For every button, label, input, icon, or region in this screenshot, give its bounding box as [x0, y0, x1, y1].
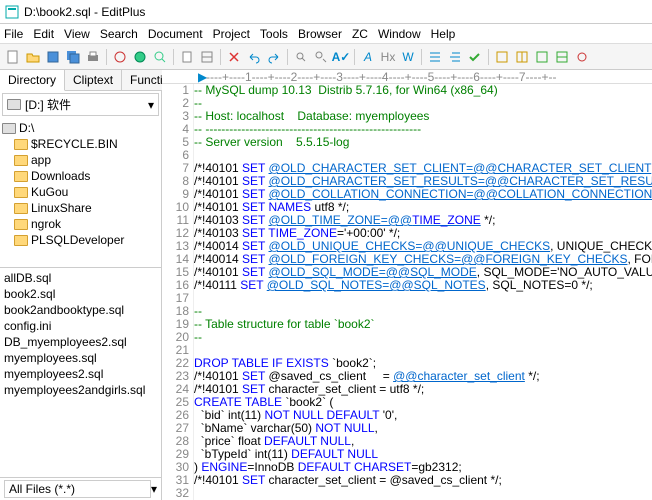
menu-window[interactable]: Window [378, 27, 421, 41]
file-item[interactable]: myemployees2.sql [4, 366, 157, 382]
separator [173, 49, 174, 65]
file-item[interactable]: book2andbooktype.sql [4, 302, 157, 318]
save-icon[interactable] [44, 48, 62, 66]
tab-cliptext[interactable]: Cliptext [65, 70, 122, 90]
separator [488, 49, 489, 65]
file-item[interactable]: book2.sql [4, 286, 157, 302]
code-lines[interactable]: -- MySQL dump 10.13 Distrib 5.7.16, for … [194, 84, 652, 500]
save-all-icon[interactable] [64, 48, 82, 66]
window1-icon[interactable] [493, 48, 511, 66]
toolbar: A✓ A Hx W [0, 44, 652, 70]
ruler: ▶----+----1----+----2----+----3----+----… [162, 70, 652, 84]
menu-zc[interactable]: ZC [352, 27, 368, 41]
window-title: D:\book2.sql - EditPlus [24, 5, 648, 19]
file-filter: All Files (*.*) ▾ [0, 477, 161, 500]
file-item[interactable]: allDB.sql [4, 270, 157, 286]
folder-icon [14, 171, 28, 182]
hex-icon[interactable]: Hx [379, 48, 397, 66]
file-item[interactable]: DB_myemployees2.sql [4, 334, 157, 350]
window3-icon[interactable] [533, 48, 551, 66]
menu-project[interactable]: Project [213, 27, 250, 41]
titlebar: D:\book2.sql - EditPlus [0, 0, 652, 24]
indent-right-icon[interactable] [446, 48, 464, 66]
filter-select[interactable]: All Files (*.*) [4, 480, 151, 498]
check-icon[interactable] [466, 48, 484, 66]
toggle-icon[interactable] [198, 48, 216, 66]
folder-icon [14, 155, 28, 166]
indent-left-icon[interactable] [426, 48, 444, 66]
font-a-icon[interactable]: A [359, 48, 377, 66]
folder-icon [14, 203, 28, 214]
separator [106, 49, 107, 65]
tab-directory[interactable]: Directory [0, 70, 65, 91]
menu-view[interactable]: View [64, 27, 90, 41]
spellcheck-icon[interactable]: A✓ [332, 48, 350, 66]
folder-tree[interactable]: D:\ $RECYCLE.BIN app Downloads KuGou Lin… [0, 118, 161, 268]
tree-item[interactable]: ngrok [2, 216, 159, 232]
new-file-icon[interactable] [4, 48, 22, 66]
folder-icon [14, 235, 28, 246]
app-icon [4, 4, 20, 20]
tree-item[interactable]: LinuxShare [2, 200, 159, 216]
line-gutter: 1234567891011121314151617181920212223242… [162, 84, 194, 500]
open-icon[interactable] [24, 48, 42, 66]
file-item[interactable]: config.ini [4, 318, 157, 334]
folder-icon [14, 187, 28, 198]
separator [421, 49, 422, 65]
tree-item[interactable]: $RECYCLE.BIN [2, 136, 159, 152]
globe-icon[interactable] [131, 48, 149, 66]
drive-icon [2, 123, 16, 134]
menu-document[interactable]: Document [148, 27, 203, 41]
redo-icon[interactable] [265, 48, 283, 66]
chevron-down-icon[interactable]: ▾ [151, 482, 157, 496]
menubar: File Edit View Search Document Project T… [0, 24, 652, 44]
cut-icon[interactable] [225, 48, 243, 66]
find-next-icon[interactable] [312, 48, 330, 66]
file-item[interactable]: myemployees2andgirls.sql [4, 382, 157, 398]
menu-tools[interactable]: Tools [260, 27, 288, 41]
tree-item[interactable]: PLSQLDeveloper [2, 232, 159, 248]
separator [287, 49, 288, 65]
sidebar: Directory Cliptext Functions [D:] 软件 ▾ D… [0, 70, 162, 500]
menu-browser[interactable]: Browser [298, 27, 342, 41]
editor: ▶----+----1----+----2----+----3----+----… [162, 70, 652, 500]
print-icon[interactable] [84, 48, 102, 66]
search-web-icon[interactable] [151, 48, 169, 66]
chevron-down-icon: ▾ [148, 98, 154, 112]
undo-icon[interactable] [245, 48, 263, 66]
menu-search[interactable]: Search [100, 27, 138, 41]
separator [220, 49, 221, 65]
file-item[interactable]: myemployees.sql [4, 350, 157, 366]
file-list[interactable]: allDB.sql book2.sql book2andbooktype.sql… [0, 268, 161, 477]
wrap-icon[interactable]: W [399, 48, 417, 66]
tree-root[interactable]: D:\ [2, 120, 159, 136]
tree-item[interactable]: Downloads [2, 168, 159, 184]
main: Directory Cliptext Functions [D:] 软件 ▾ D… [0, 70, 652, 500]
menu-help[interactable]: Help [431, 27, 456, 41]
folder-icon [14, 219, 28, 230]
folder-icon [14, 139, 28, 150]
drive-selector[interactable]: [D:] 软件 ▾ [2, 93, 159, 116]
find-icon[interactable] [292, 48, 310, 66]
window2-icon[interactable] [513, 48, 531, 66]
browser-icon[interactable] [111, 48, 129, 66]
drive-icon [7, 99, 21, 110]
tree-item[interactable]: app [2, 152, 159, 168]
document-icon[interactable] [178, 48, 196, 66]
drive-label: [D:] 软件 [25, 96, 71, 113]
code-area[interactable]: 1234567891011121314151617181920212223242… [162, 84, 652, 500]
tool-icon[interactable] [573, 48, 591, 66]
tree-item[interactable]: KuGou [2, 184, 159, 200]
window4-icon[interactable] [553, 48, 571, 66]
separator [354, 49, 355, 65]
menu-file[interactable]: File [4, 27, 23, 41]
menu-edit[interactable]: Edit [33, 27, 54, 41]
sidebar-tabs: Directory Cliptext Functions [0, 70, 161, 91]
